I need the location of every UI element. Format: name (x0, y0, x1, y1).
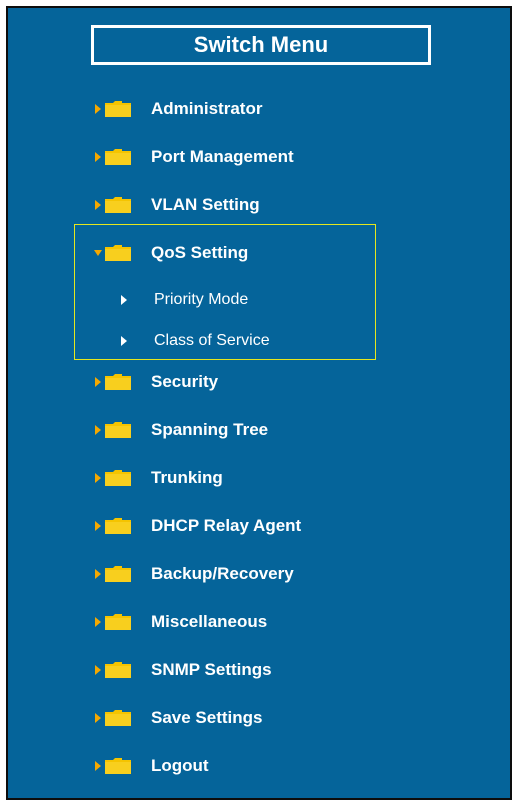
folder-icon (104, 373, 132, 391)
menu-item-administrator[interactable]: Administrator (93, 94, 262, 124)
menu-item-dhcp-relay-agent[interactable]: DHCP Relay Agent (93, 511, 301, 541)
caret-right-icon (93, 375, 103, 389)
folder-icon (104, 244, 132, 262)
menu-item-label: Security (151, 372, 219, 391)
triangle-right-icon (120, 294, 128, 306)
caret-right-icon (93, 150, 103, 164)
menu-item-label: QoS Setting (151, 243, 249, 262)
caret-right-icon (93, 615, 103, 629)
menu-title: Switch Menu (91, 25, 431, 65)
menu-item-qos-setting[interactable]: QoS Setting (93, 238, 248, 268)
menu-item-spanning-tree[interactable]: Spanning Tree (93, 415, 268, 445)
triangle-right-icon (120, 335, 128, 347)
switch-menu-panel: Switch Menu Administrator Port Managemen… (6, 6, 512, 800)
menu-item-label: Spanning Tree (151, 420, 269, 439)
menu-item-vlan-setting[interactable]: VLAN Setting (93, 190, 260, 220)
folder-icon (104, 421, 132, 439)
folder-icon (104, 757, 132, 775)
caret-right-icon (93, 711, 103, 725)
folder-icon (104, 469, 132, 487)
caret-right-icon (93, 423, 103, 437)
menu-item-label: Port Management (151, 147, 294, 166)
menu-item-miscellaneous[interactable]: Miscellaneous (93, 607, 267, 637)
menu-item-logout[interactable]: Logout (93, 751, 209, 781)
menu-item-label: VLAN Setting (151, 195, 260, 214)
caret-right-icon (93, 567, 103, 581)
submenu-item-class-of-service[interactable]: Class of Service (120, 329, 270, 353)
menu-item-label: Backup/Recovery (151, 564, 294, 583)
folder-icon (104, 196, 132, 214)
folder-icon (104, 148, 132, 166)
menu-item-label: Trunking (151, 468, 223, 487)
folder-icon (104, 565, 132, 583)
menu-item-label: Save Settings (151, 708, 263, 727)
folder-icon (104, 517, 132, 535)
folder-icon (104, 613, 132, 631)
caret-right-icon (93, 471, 103, 485)
folder-icon (104, 100, 132, 118)
menu-item-trunking[interactable]: Trunking (93, 463, 223, 493)
caret-right-icon (93, 759, 103, 773)
menu-item-port-management[interactable]: Port Management (93, 142, 294, 172)
menu-item-security[interactable]: Security (93, 367, 218, 397)
caret-right-icon (93, 663, 103, 677)
folder-icon (104, 661, 132, 679)
caret-right-icon (93, 102, 103, 116)
submenu-item-priority-mode[interactable]: Priority Mode (120, 288, 248, 312)
menu-item-label: Administrator (151, 99, 263, 118)
menu-item-label: Miscellaneous (151, 612, 268, 631)
menu-item-label: DHCP Relay Agent (151, 516, 302, 535)
caret-right-icon (93, 198, 103, 212)
menu-item-save-settings[interactable]: Save Settings (93, 703, 263, 733)
folder-icon (104, 709, 132, 727)
menu-item-snmp-settings[interactable]: SNMP Settings (93, 655, 272, 685)
submenu-item-label: Priority Mode (154, 291, 249, 308)
menu-item-label: Logout (151, 756, 209, 775)
caret-right-icon (93, 519, 103, 533)
caret-down-icon (93, 246, 103, 260)
menu-item-backup-recovery[interactable]: Backup/Recovery (93, 559, 294, 589)
menu-item-label: SNMP Settings (151, 660, 272, 679)
submenu-item-label: Class of Service (154, 332, 270, 349)
